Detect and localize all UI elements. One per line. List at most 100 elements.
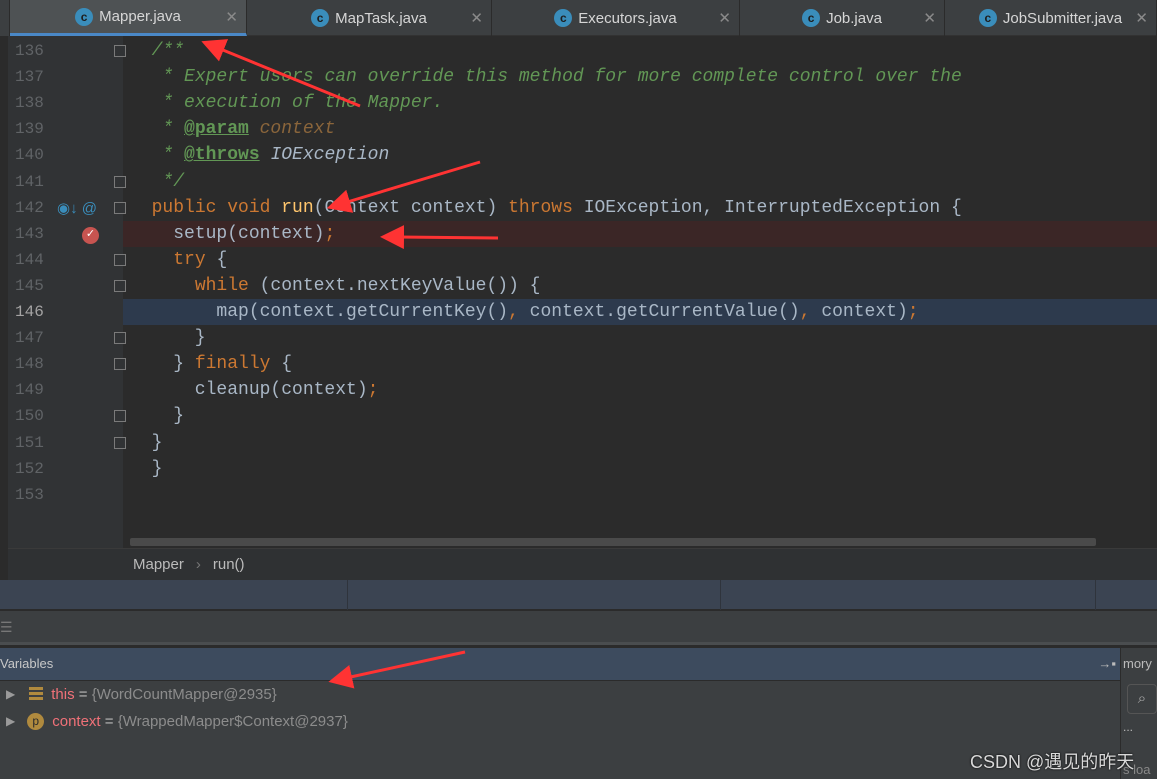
code-text: }: [130, 432, 163, 453]
line-number[interactable]: 151: [15, 430, 49, 456]
variable-value: {WrappedMapper$Context@2937}: [117, 712, 348, 730]
code-line[interactable]: 142 public void run(Context context) thr…: [0, 195, 1157, 221]
fold-icon[interactable]: [114, 175, 126, 188]
variable-row[interactable]: ▶ this = {WordCountMapper@2935}: [6, 681, 277, 707]
breadcrumb-class[interactable]: Mapper: [133, 556, 184, 573]
tab-maptask[interactable]: c MapTask.java ✕: [247, 0, 492, 36]
code-line[interactable]: 144 try {: [0, 247, 1157, 273]
equals: =: [78, 685, 88, 703]
java-class-icon: c: [978, 9, 997, 27]
code-line[interactable]: 145 while (context.nextKeyValue()) {: [0, 273, 1157, 299]
breadcrumb: Mapper › run(): [8, 548, 1157, 580]
code-line[interactable]: 150 }: [0, 403, 1157, 429]
equals: =: [104, 712, 114, 730]
more-button[interactable]: ...: [1123, 720, 1133, 734]
line-number[interactable]: 149: [15, 377, 49, 403]
line-number[interactable]: 140: [15, 142, 49, 168]
java-class-icon: c: [554, 9, 573, 27]
tab-label: Mapper.java: [99, 8, 181, 25]
fold-icon[interactable]: [114, 201, 126, 214]
code-line[interactable]: 136 /**: [0, 38, 1157, 64]
watermark: CSDN @遇见的昨天: [970, 752, 1135, 772]
fold-icon[interactable]: [114, 358, 126, 371]
line-number[interactable]: 146: [15, 299, 49, 325]
tab-mapper[interactable]: c Mapper.java ✕: [10, 0, 247, 36]
line-number[interactable]: 143: [15, 221, 49, 247]
code-text: }: [130, 406, 185, 427]
parameter-icon: p: [27, 712, 45, 730]
line-number[interactable]: 138: [15, 90, 49, 116]
debug-frames-bar: [0, 580, 1157, 610]
debug-toolbar: ☰: [0, 611, 1157, 645]
line-number[interactable]: 145: [15, 273, 49, 299]
code-text: }: [130, 458, 163, 479]
variables-header: Variables →▪: [0, 648, 1120, 680]
fold-icon[interactable]: [114, 45, 126, 57]
java-class-icon: c: [75, 7, 94, 26]
editor-tabs: c Mapper.java ✕ c MapTask.java ✕ c Executors.ja…: [0, 0, 1157, 36]
fold-icon[interactable]: [114, 332, 126, 345]
search-button[interactable]: ⌕: [1127, 684, 1157, 714]
variable-row[interactable]: ▶ p context = {WrappedMapper$Context@293…: [6, 708, 348, 734]
line-number[interactable]: 152: [15, 456, 49, 482]
line-number[interactable]: 137: [15, 64, 49, 90]
code-line[interactable]: 153: [0, 482, 1157, 508]
code-line[interactable]: 139 * @param context: [0, 116, 1157, 142]
close-icon[interactable]: ✕: [1135, 9, 1148, 27]
variables-title: Variables: [0, 656, 54, 671]
breakpoint-icon[interactable]: ✓: [82, 226, 99, 244]
code-line[interactable]: 140 * @throws IOException: [0, 142, 1157, 168]
chevron-right-icon: ›: [195, 556, 201, 573]
code-line[interactable]: 149 cleanup(context);: [0, 377, 1157, 403]
override-icon[interactable]: ◉↓ @: [57, 199, 97, 217]
code-line[interactable]: 138 * execution of the Mapper.: [0, 90, 1157, 116]
close-icon[interactable]: ✕: [470, 9, 483, 27]
code-line[interactable]: 151 }: [0, 430, 1157, 456]
tab-executors[interactable]: c Executors.java ✕: [492, 0, 740, 36]
code-line[interactable]: 137 * Expert users can override this met…: [0, 64, 1157, 90]
code-text: * @throws IOException: [151, 145, 390, 166]
fold-icon[interactable]: [114, 253, 126, 266]
code-line[interactable]: 141 */: [0, 169, 1157, 195]
line-number[interactable]: 136: [15, 38, 49, 64]
line-number[interactable]: 144: [15, 247, 49, 273]
line-number[interactable]: 153: [15, 482, 49, 508]
line-number[interactable]: 141: [15, 169, 49, 195]
code-line[interactable]: 148 } finally {: [0, 351, 1157, 377]
tab-job[interactable]: c Job.java ✕: [740, 0, 945, 36]
memory-label: mory: [1123, 656, 1152, 671]
field-icon: [29, 687, 44, 701]
code-text: * execution of the Mapper.: [151, 93, 444, 114]
code-line[interactable]: 146 map(context.getCurrentKey(), context…: [0, 299, 1157, 325]
fold-icon[interactable]: [114, 279, 126, 292]
close-icon[interactable]: ✕: [225, 8, 238, 26]
layout-icon[interactable]: ☰: [0, 619, 13, 636]
code-text: */: [151, 171, 185, 192]
code-text: cleanup(context);: [130, 380, 379, 401]
line-number[interactable]: 150: [15, 403, 49, 429]
expand-icon[interactable]: ▶: [6, 687, 15, 701]
tabs-lead: [0, 0, 10, 36]
horizontal-scrollbar[interactable]: [130, 538, 1096, 546]
code-text: setup(context);: [130, 223, 336, 244]
line-number[interactable]: 139: [15, 116, 49, 142]
fold-icon[interactable]: [114, 436, 126, 449]
code-line[interactable]: 143 setup(context);: [0, 221, 1157, 247]
tab-label: Executors.java: [578, 9, 677, 27]
code-text: public void run(Context context) throws …: [151, 197, 962, 218]
expand-icon[interactable]: ▶: [6, 714, 15, 728]
line-number[interactable]: 147: [15, 325, 49, 351]
breadcrumb-method[interactable]: run(): [213, 556, 245, 573]
code-line[interactable]: 152 }: [0, 456, 1157, 482]
close-icon[interactable]: ✕: [718, 9, 731, 27]
code-text: /**: [151, 41, 185, 61]
tab-jobsubmitter[interactable]: c JobSubmitter.java ✕: [945, 0, 1157, 36]
code-line[interactable]: 147 }: [0, 325, 1157, 351]
tab-label: JobSubmitter.java: [1002, 9, 1123, 27]
pin-icon[interactable]: →▪: [1098, 648, 1116, 680]
fold-icon[interactable]: [114, 410, 126, 423]
close-icon[interactable]: ✕: [923, 9, 936, 27]
line-number[interactable]: 148: [15, 351, 49, 377]
code-text: }: [130, 328, 206, 349]
line-number[interactable]: 142: [15, 195, 49, 221]
